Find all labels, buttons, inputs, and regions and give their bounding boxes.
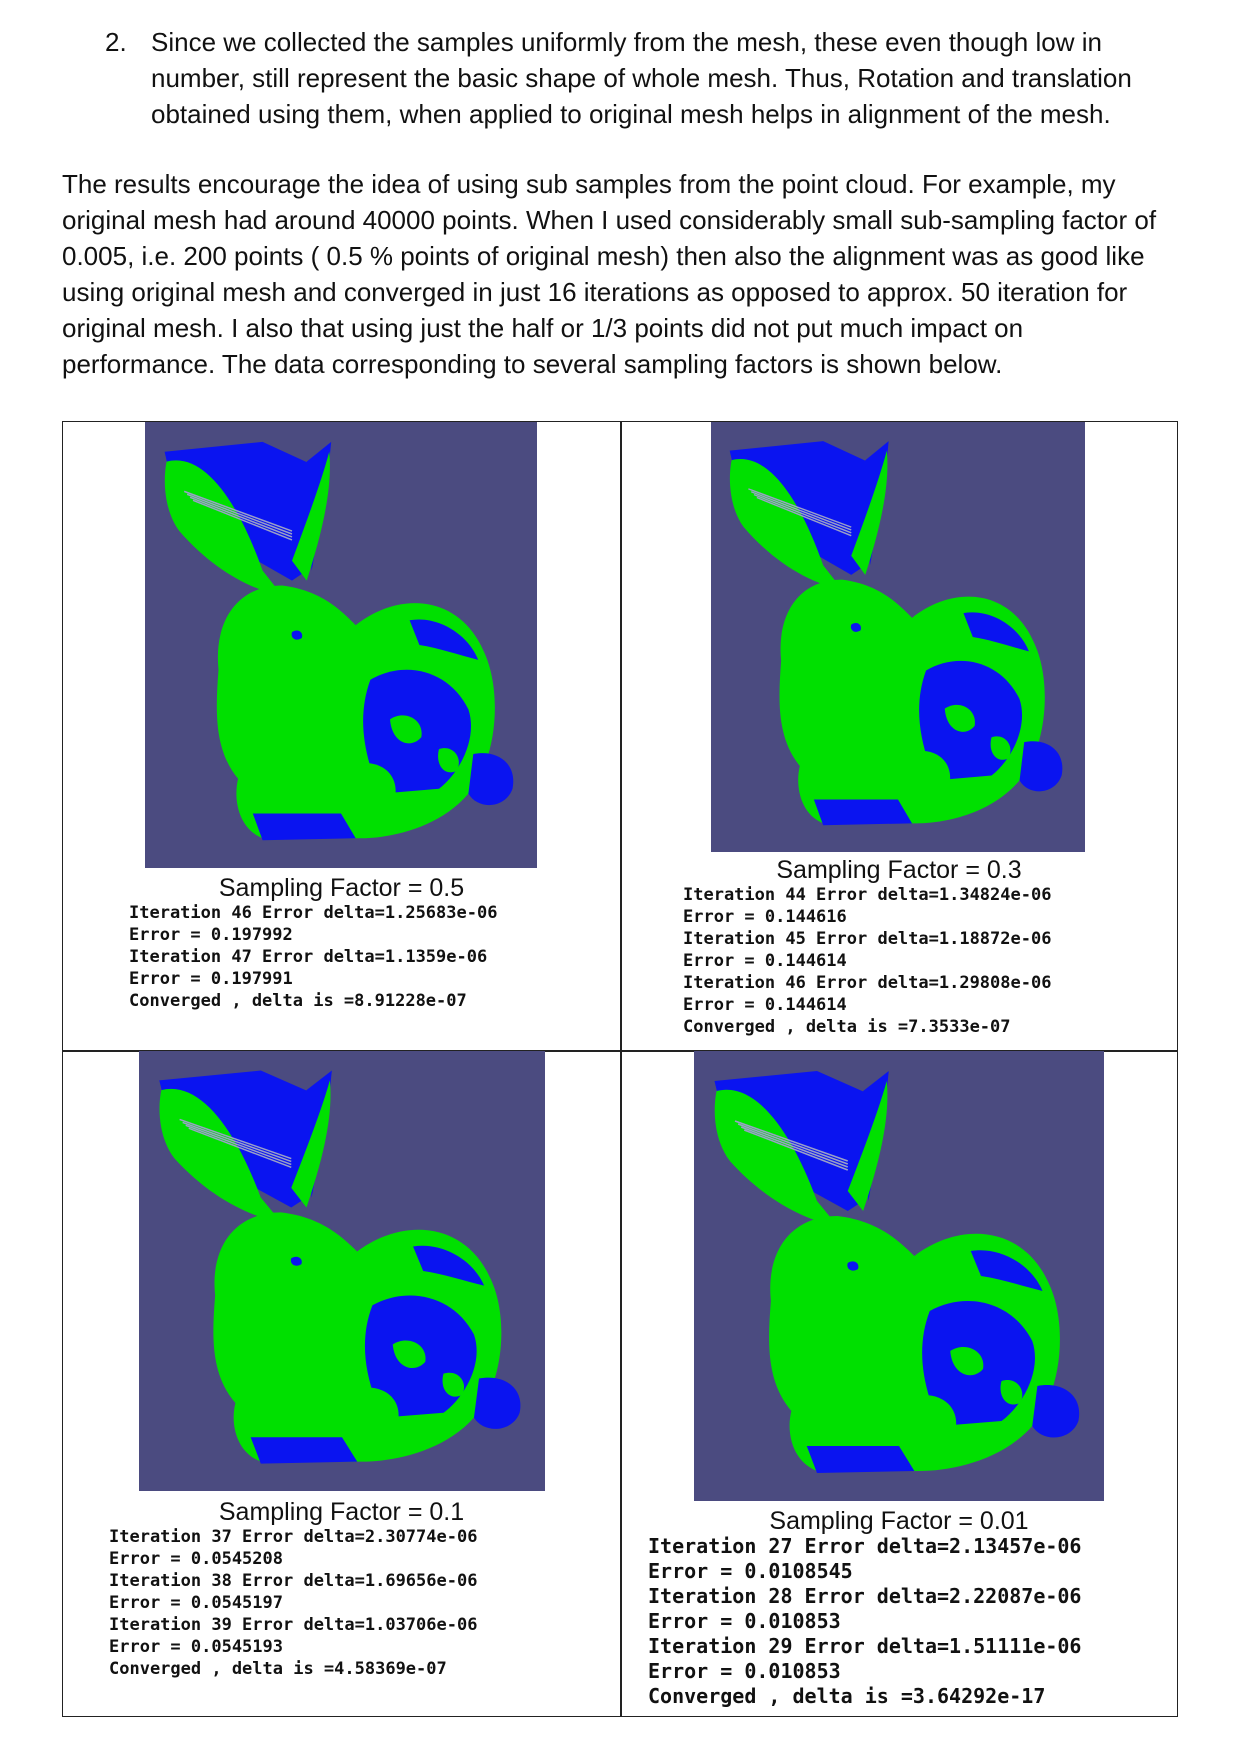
log-line: Error = 0.144616 — [683, 907, 847, 927]
log-line: Iteration 37 Error delta=2.30774e-06 — [109, 1527, 478, 1547]
log-line: Iteration 39 Error delta=1.03706e-06 — [109, 1615, 478, 1635]
target-mesh-region — [1019, 741, 1063, 792]
icp-log-1: Iteration 46 Error delta=1.25683e-06 Erro… — [129, 902, 497, 1012]
log-line: Converged , delta is =4.58369e-07 — [109, 1659, 447, 1679]
target-mesh-region — [250, 1437, 358, 1464]
target-mesh-region — [1032, 1385, 1080, 1438]
body-paragraph: The results encourage the idea of using … — [62, 169, 1157, 379]
bunny-render-3 — [139, 1051, 545, 1491]
log-line: Converged , delta is =3.64292e-17 — [648, 1684, 1046, 1708]
log-line: Iteration 28 Error delta=2.22087e-06 — [648, 1584, 1082, 1608]
log-line: Error = 0.144614 — [683, 995, 847, 1015]
log-line: Iteration 45 Error delta=1.18872e-06 — [683, 929, 1052, 949]
figure-cell-3: Sampling Factor = 0.1 Iteration 37 Error… — [63, 1051, 620, 1717]
figure-caption-3: Sampling Factor = 0.1 — [218, 1498, 465, 1526]
figure-cell-4: Sampling Factor = 0.01 Iteration 27 Erro… — [621, 1051, 1177, 1717]
list-text: Since we collected the samples uniformly… — [151, 27, 1132, 129]
log-line: Error = 0.0545197 — [109, 1593, 283, 1613]
log-line: Converged , delta is =8.91228e-07 — [129, 991, 467, 1011]
log-line: Iteration 46 Error delta=1.25683e-06 — [129, 903, 498, 923]
results-table: Sampling Factor = 0.5 Iteration 46 Error… — [62, 421, 1178, 1717]
icp-log-4: Iteration 27 Error delta=2.13457e-06 Erro… — [648, 1534, 1081, 1709]
target-mesh-region — [468, 753, 514, 806]
figure-caption-2: Sampling Factor = 0.3 — [776, 856, 1022, 884]
log-line: Converged , delta is =7.3533e-07 — [683, 1017, 1011, 1037]
log-line: Error = 0.010853 — [648, 1659, 841, 1683]
target-mesh-region — [806, 1446, 915, 1473]
figure-caption-1: Sampling Factor = 0.5 — [218, 874, 465, 902]
log-line: Error = 0.0545193 — [109, 1637, 283, 1657]
bunny-render-4 — [694, 1051, 1104, 1501]
log-line: Iteration 29 Error delta=1.51111e-06 — [648, 1634, 1082, 1658]
icp-log-2: Iteration 44 Error delta=1.34824e-06 Erro… — [683, 884, 1051, 1038]
log-line: Error = 0.010853 — [648, 1609, 841, 1633]
log-line: Error = 0.0108545 — [648, 1559, 853, 1583]
log-line: Error = 0.0545208 — [109, 1549, 283, 1569]
log-line: Error = 0.197992 — [129, 925, 293, 945]
icp-log-3: Iteration 37 Error delta=2.30774e-06 Erro… — [109, 1526, 477, 1680]
figure-cell-1: Sampling Factor = 0.5 Iteration 46 Error… — [63, 422, 620, 1050]
target-mesh-region — [813, 799, 913, 826]
bunny-render-1 — [145, 422, 537, 868]
figure-cell-2: Sampling Factor = 0.3 Iteration 44 Error… — [621, 422, 1177, 1050]
target-mesh-region — [473, 1377, 521, 1429]
log-line: Error = 0.144614 — [683, 951, 847, 971]
log-line: Iteration 47 Error delta=1.1359e-06 — [129, 947, 488, 967]
log-line: Iteration 46 Error delta=1.29808e-06 — [683, 973, 1052, 993]
target-mesh-region — [252, 813, 356, 841]
log-line: Iteration 38 Error delta=1.69656e-06 — [109, 1571, 478, 1591]
bunny-render-2 — [711, 422, 1085, 852]
log-line: Iteration 44 Error delta=1.34824e-06 — [683, 885, 1052, 905]
log-line: Iteration 27 Error delta=2.13457e-06 — [648, 1534, 1082, 1558]
log-line: Error = 0.197991 — [129, 969, 293, 989]
figure-caption-4: Sampling Factor = 0.01 — [769, 1507, 1029, 1535]
list-number: 2. — [105, 27, 127, 57]
